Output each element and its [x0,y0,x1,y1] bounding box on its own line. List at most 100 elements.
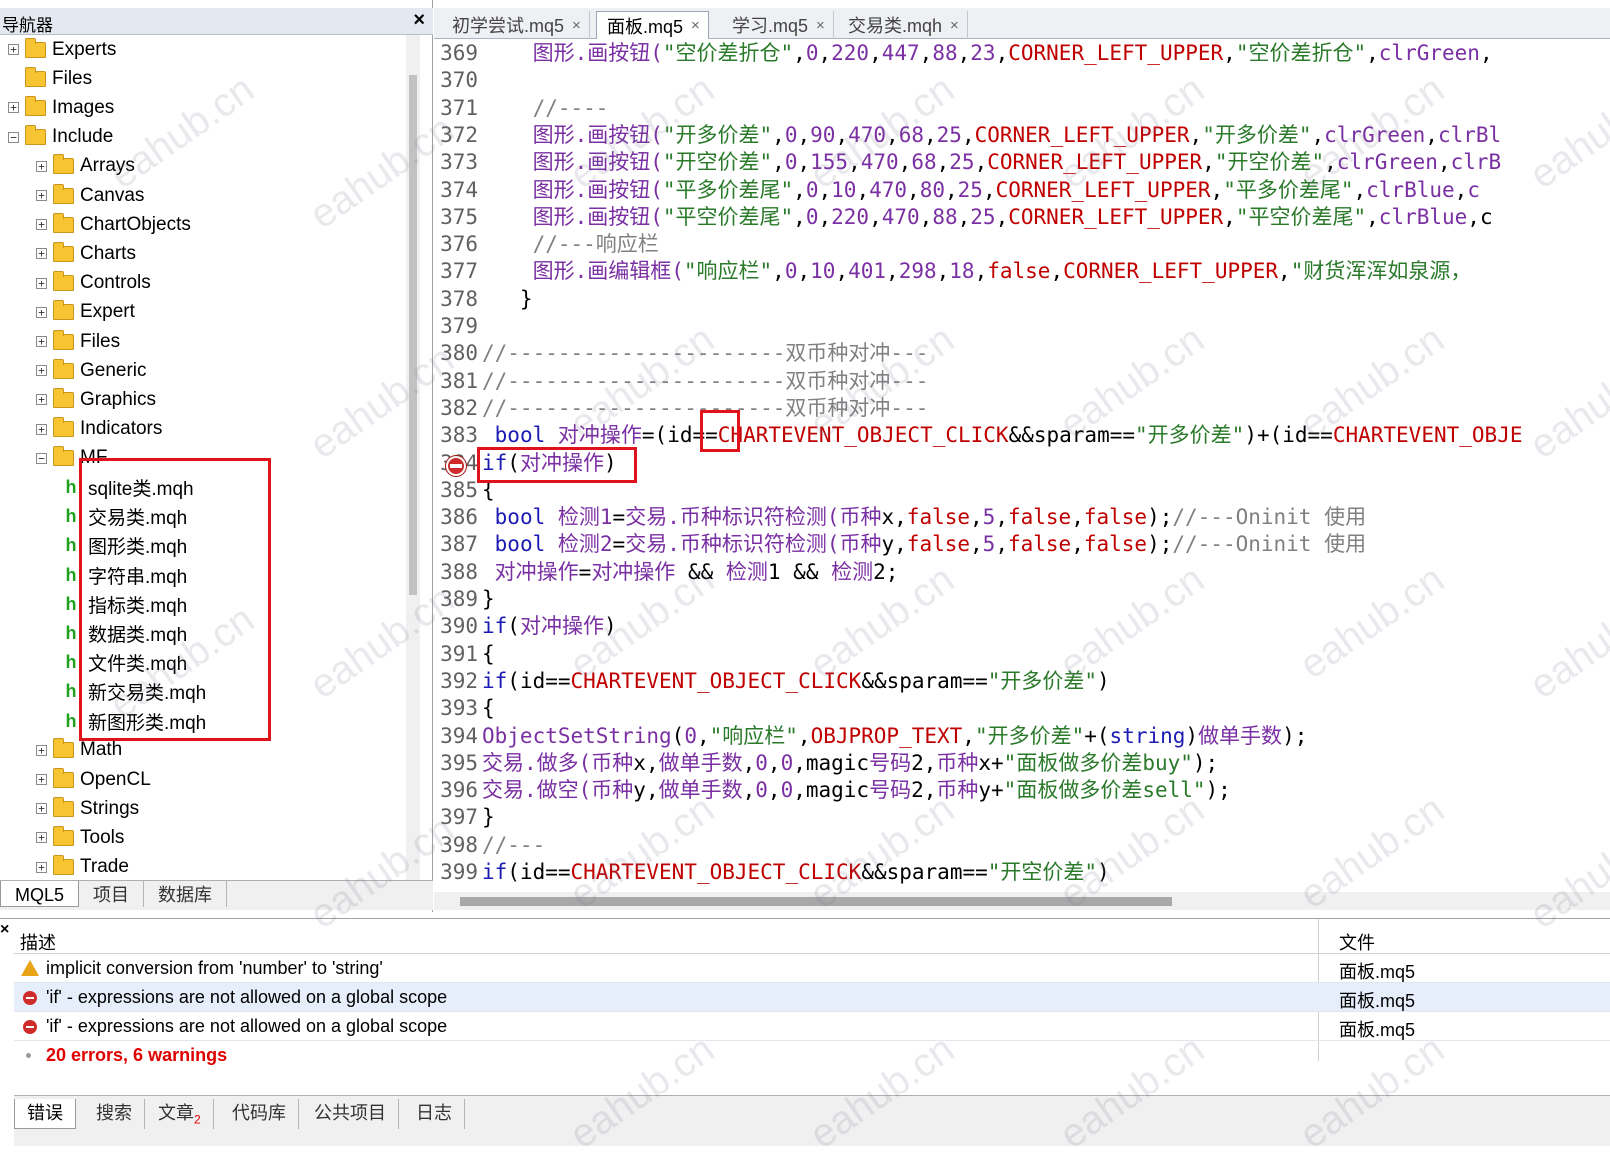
expander-icon[interactable]: + [36,861,47,873]
code-line[interactable]: 391{ [434,641,1610,668]
expander-icon[interactable]: + [36,336,47,347]
code-line[interactable]: 372 图形.画按钮("开多价差",0,90,470,68,25,CORNER_… [434,122,1610,149]
code-line[interactable]: 386 bool 检测1=交易.币种标识符检测(币种x,false,5,fals… [434,504,1610,531]
expander-icon[interactable]: + [36,365,47,377]
toolbox-tab[interactable]: 文章2 [146,1099,214,1129]
close-icon[interactable]: × [413,9,425,32]
column-description[interactable]: 描述 [20,929,56,955]
code-line[interactable]: 397} [434,804,1610,831]
expander-icon[interactable]: + [36,160,47,172]
tree-folder-item[interactable]: + Canvas [36,181,144,210]
code-line[interactable]: 376 //---响应栏 [434,231,1610,258]
tree-file-item[interactable]: h 图形类.mqh [64,531,188,560]
code-line[interactable]: 370 [434,67,1610,94]
expander-icon[interactable]: + [36,832,47,844]
code-area[interactable]: 369 图形.画按钮("空价差折仓",0,220,447,88,23,CORNE… [434,40,1610,886]
code-line[interactable]: 388 对冲操作=对冲操作 && 检测1 && 检测2; [434,559,1610,586]
document-tab[interactable]: 面板.mq5 × [596,11,709,39]
column-file[interactable]: 文件 [1339,929,1375,955]
code-line[interactable]: 393{ [434,695,1610,722]
tree-folder-item[interactable]: + Controls [36,269,151,298]
tree-folder-item[interactable]: + Experts [8,35,116,64]
navigator-scrollbar[interactable] [406,35,420,880]
expander-icon[interactable]: + [8,44,19,55]
code-line[interactable]: 377 图形.画编辑框("响应栏",0,10,401,298,18,false,… [434,258,1610,285]
scrollbar-thumb[interactable] [409,75,417,595]
tree-folder-item[interactable]: + Strings [36,794,139,823]
code-line[interactable]: 379 [434,313,1610,340]
tree-folder-item[interactable]: + Files [36,327,120,356]
tree-file-item[interactable]: h sqlite类.mqh [64,473,194,502]
nav-tab[interactable]: 数据库 [144,881,228,907]
code-line[interactable]: 369 图形.画按钮("空价差折仓",0,220,447,88,23,CORNE… [434,40,1610,67]
code-line[interactable]: 394 ObjectSetString(0,"响应栏",OBJPROP_TEXT,… [434,723,1610,750]
code-line[interactable]: 385{ [434,477,1610,504]
code-line[interactable]: 373 图形.画按钮("开空价差",0,155,470,68,25,CORNER… [434,149,1610,176]
tree-folder-item[interactable]: + Graphics [36,385,156,414]
expander-icon[interactable]: + [36,277,47,289]
tree-folder-item[interactable]: + Expert [36,298,135,327]
tree-folder-item[interactable]: + Tools [36,823,124,852]
expander-icon[interactable]: + [36,306,47,318]
error-row[interactable]: 'if' - expressions are not allowed on a … [14,1012,1610,1041]
tree-folder-item[interactable]: + Indicators [36,415,162,444]
expander-icon[interactable]: + [36,190,47,201]
nav-tab[interactable]: 项目 [79,881,145,907]
code-line[interactable]: 384if(对冲操作) [434,450,1610,477]
code-line[interactable]: 392 if(id==CHARTEVENT_OBJECT_CLICK&&spara… [434,668,1610,695]
code-line[interactable]: 395 交易.做多(币种x,做单手数,0,0,magic号码2,币种x+"面板做多… [434,750,1610,777]
expander-icon[interactable]: + [36,394,47,406]
close-icon[interactable]: × [0,921,9,939]
horizontal-scrollbar[interactable] [434,892,1610,910]
expander-icon[interactable]: + [36,744,47,756]
code-line[interactable]: 371 //---- [434,95,1610,122]
expander-icon[interactable] [8,73,19,84]
tree-file-item[interactable]: h 新交易类.mqh [64,677,207,706]
close-icon[interactable]: × [816,17,825,34]
expander-icon[interactable]: − [36,452,47,464]
expander-icon[interactable]: + [8,102,19,114]
close-icon[interactable]: × [691,17,700,34]
toolbox-tab[interactable]: 错误 [14,1099,76,1129]
tree-file-item[interactable]: h 数据类.mqh [64,619,188,648]
code-line[interactable]: 398//--- [434,832,1610,859]
expander-icon[interactable]: + [36,248,47,260]
toolbox-tab[interactable]: 公共项目 [302,1099,399,1129]
close-icon[interactable]: × [572,17,581,34]
error-row[interactable]: 'if' - expressions are not allowed on a … [14,983,1610,1012]
tree-folder-item[interactable]: + Charts [36,239,136,268]
tree-folder-item[interactable]: + Trade [36,853,129,882]
tree-folder-item[interactable]: + Generic [36,356,147,385]
expander-icon[interactable]: + [36,423,47,435]
code-line[interactable]: 380//----------------------双币种对冲--- [434,340,1610,367]
toolbox-tab[interactable]: 代码库 [220,1099,299,1129]
code-line[interactable]: 389} [434,586,1610,613]
toolbox-tab[interactable]: 搜索 [84,1099,145,1129]
tree-folder-item[interactable]: + Arrays [36,152,135,181]
tree-folder-item[interactable]: + OpenCL [36,765,151,794]
document-tab[interactable]: 交易类.mqh × [838,11,968,39]
code-line[interactable]: 381//----------------------双币种对冲--- [434,368,1610,395]
tree-file-item[interactable]: h 新图形类.mqh [64,707,207,736]
expander-icon[interactable]: + [36,774,47,785]
expander-icon[interactable]: + [36,219,47,231]
error-row[interactable]: implicit conversion from 'number' to 'st… [14,954,1610,983]
document-tab[interactable]: 学习.mq5 × [722,11,834,39]
code-line[interactable]: 390 if(对冲操作) [434,613,1610,640]
toolbox-tab[interactable]: 日志 [404,1099,465,1129]
tree-file-item[interactable]: h 字符串.mqh [64,561,188,590]
tree-file-item[interactable]: h 指标类.mqh [64,590,188,619]
expander-icon[interactable]: − [8,131,19,143]
code-line[interactable]: 399 if(id==CHARTEVENT_OBJECT_CLICK&&spara… [434,859,1610,886]
code-line[interactable]: 382//----------------------双币种对冲--- [434,395,1610,422]
tree-folder-item[interactable]: − MF [36,444,107,473]
code-line[interactable]: 387 bool 检测2=交易.币种标识符检测(币种y,false,5,fals… [434,531,1610,558]
tree-folder-item[interactable]: − Include [8,123,113,152]
tree-file-item[interactable]: h 交易类.mqh [64,502,188,531]
code-line[interactable]: 396 交易.做空(币种y,做单手数,0,0,magic号码2,币种y+"面板做多… [434,777,1610,804]
code-line[interactable]: 375 图形.画按钮("平空价差尾",0,220,470,88,25,CORNE… [434,204,1610,231]
nav-tab[interactable]: MQL5 [0,881,80,907]
close-icon[interactable]: × [950,17,959,34]
document-tab[interactable]: 初学尝试.mq5 × [442,11,590,39]
tree-folder-item[interactable]: + Images [8,93,114,122]
